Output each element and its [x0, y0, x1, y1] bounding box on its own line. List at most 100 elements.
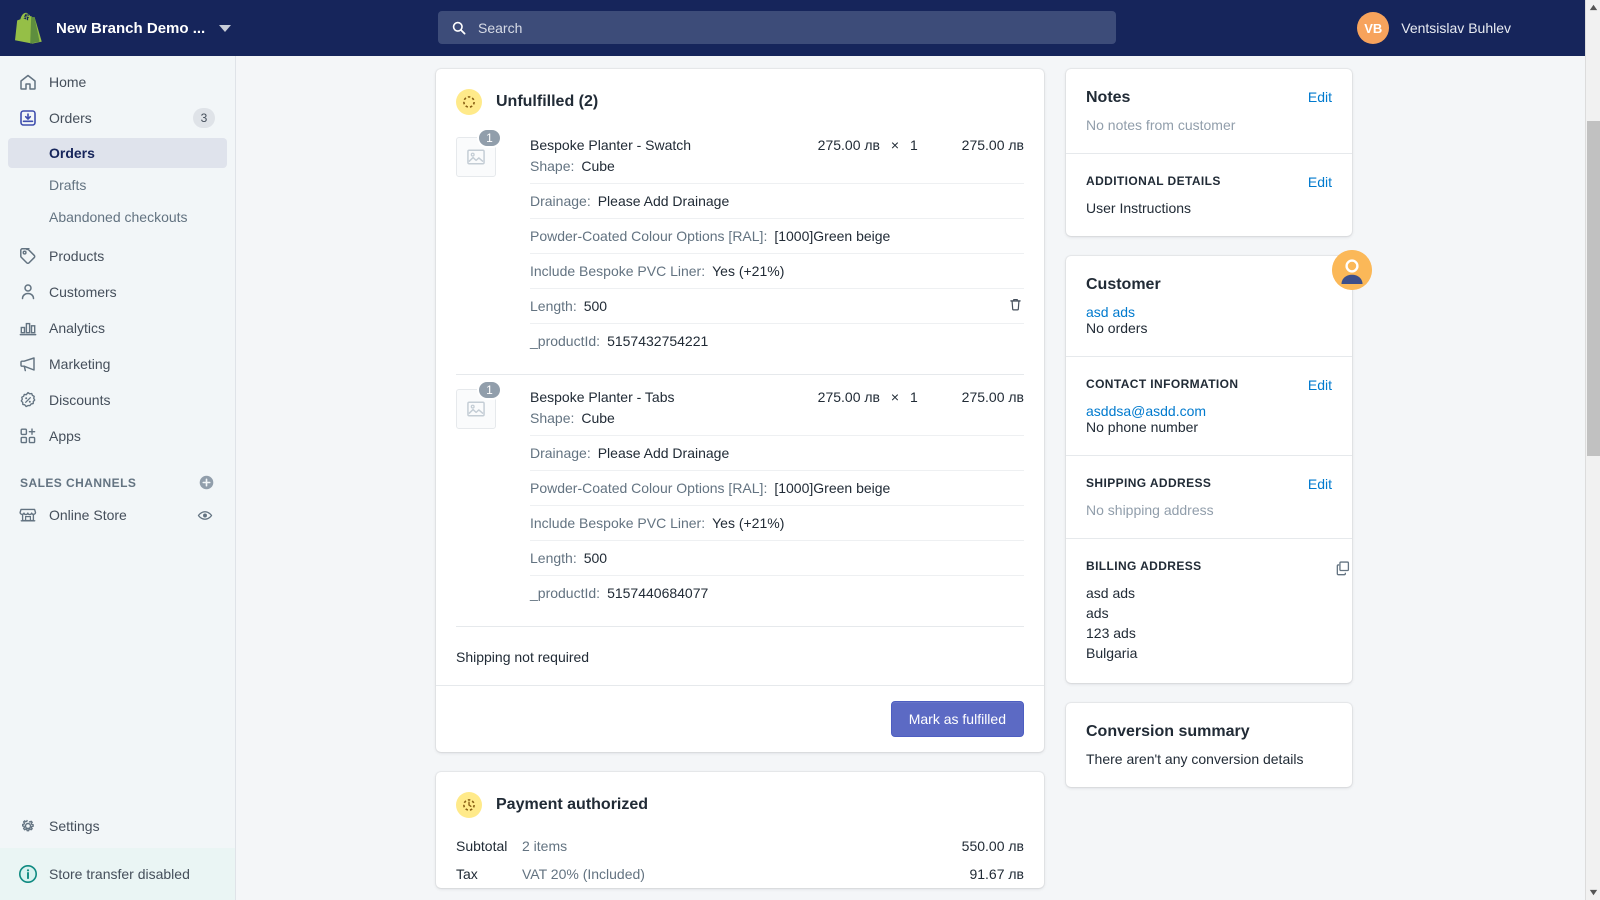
payment-status-header: Payment authorized [436, 772, 1044, 826]
sidebar-item-label: Discounts [49, 392, 111, 408]
property-key: Shape: [530, 410, 575, 426]
property-value: Cube [581, 410, 615, 426]
sidebar-item-online-store[interactable]: Online Store [8, 499, 227, 531]
payment-row-sub: VAT 20% (Included) [522, 866, 645, 882]
line-item-unit-price: 275.00 лв [817, 137, 880, 153]
sidebar-item-customers[interactable]: Customers [8, 276, 227, 308]
line-item-thumbnail: 1 [456, 128, 502, 358]
property-key: Length: [530, 298, 577, 314]
address-line: 123 ads [1086, 625, 1136, 641]
sidebar-item-analytics[interactable]: Analytics [8, 312, 227, 344]
scroll-up-arrow-icon[interactable] [1586, 0, 1600, 15]
line-item-thumbnail: 1 [456, 380, 502, 610]
additional-details-header: ADDITIONAL DETAILS Edit [1086, 174, 1332, 190]
property-key: Powder-Coated Colour Options [RAL]: [530, 228, 768, 244]
contact-information-section: CONTACT INFORMATION Edit asddsa@asdd.com… [1066, 356, 1352, 455]
property-key: Drainage: [530, 445, 591, 461]
sidebar-subitem-label: Abandoned checkouts [49, 209, 188, 225]
page-scrollbar[interactable] [1585, 0, 1600, 900]
line-item-property: Drainage: Please Add Drainage [530, 435, 1024, 470]
edit-contact-link[interactable]: Edit [1308, 377, 1332, 393]
sidebar-subitem-drafts[interactable]: Drafts [8, 170, 227, 200]
scroll-down-arrow-icon[interactable] [1586, 885, 1600, 900]
property-value: Please Add Drainage [597, 193, 730, 209]
line-item-property: _productId: 5157440684077 [530, 575, 1024, 610]
store-transfer-label: Store transfer disabled [49, 866, 190, 882]
sidebar-item-label: Online Store [49, 507, 127, 523]
property-key: _productId: [530, 585, 601, 601]
online-store-icon [19, 508, 37, 522]
chevron-down-icon[interactable] [219, 24, 232, 32]
store-transfer-banner[interactable]: Store transfer disabled [0, 848, 235, 900]
gear-icon [22, 819, 34, 832]
edit-shipping-address-link[interactable]: Edit [1308, 476, 1332, 492]
edit-notes-link[interactable]: Edit [1308, 89, 1332, 105]
notes-card: Notes Edit No notes from customer ADDITI… [1066, 69, 1352, 236]
sidebar-subitem-label: Orders [49, 145, 95, 161]
line-item-total: 275.00 лв [961, 389, 1024, 405]
orders-count-badge: 3 [193, 108, 215, 128]
shipping-address-title: SHIPPING ADDRESS [1086, 476, 1212, 490]
line-item: 1 Bespoke Planter - Tabs 275.00 лв × 1 2… [436, 375, 1044, 610]
line-item-title[interactable]: Bespoke Planter - Tabs [530, 389, 784, 405]
info-circle-icon [19, 865, 37, 883]
user-name: Ventsislav Buhlev [1401, 20, 1511, 36]
sidebar-nav: Home Orders 3 Orders Drafts Abandoned ch… [0, 56, 235, 535]
scrollbar-thumb[interactable] [1587, 121, 1600, 456]
line-item-times-symbol: × [890, 389, 900, 405]
sidebar-item-orders[interactable]: Orders 3 [8, 102, 227, 134]
order-main-column: Unfulfilled (2) 1 Bespoke Planter - Swat… [436, 69, 1044, 900]
customer-email-link[interactable]: asddsa@asdd.com [1086, 403, 1332, 419]
shipping-address-section: SHIPPING ADDRESS Edit No shipping addres… [1066, 455, 1352, 538]
search-bar[interactable]: Search [438, 11, 1116, 44]
line-item-quantity-badge: 1 [477, 380, 502, 400]
line-item-quantity: 1 [910, 389, 918, 405]
property-value: [1000]Green beige [774, 228, 891, 244]
sidebar-item-discounts[interactable]: Discounts [8, 384, 227, 416]
plus-circle-icon[interactable] [198, 474, 215, 491]
line-item-total: 275.00 лв [961, 137, 1024, 153]
sidebar-item-settings[interactable]: Settings [8, 808, 227, 844]
line-item-quantity: 1 [910, 137, 918, 153]
user-menu[interactable]: VB Ventsislav Buhlev [1349, 0, 1519, 56]
notes-header: Notes Edit [1086, 89, 1332, 107]
customer-section: Customer asd ads No orders [1066, 250, 1372, 356]
property-value: 5157432754221 [607, 333, 709, 349]
property-key: Powder-Coated Colour Options [RAL]: [530, 480, 768, 496]
conversion-summary-card: Conversion summary There aren't any conv… [1066, 703, 1352, 787]
line-item-property: Include Bespoke PVC Liner: Yes (+21%) [530, 505, 1024, 540]
sales-channels-title: SALES CHANNELS [20, 475, 137, 490]
shopify-admin-order-page: New Branch Demo ... Search VB Ventsislav… [0, 0, 1600, 900]
analytics-bars-icon [19, 322, 37, 336]
property-value: Cube [581, 158, 615, 174]
billing-address-header: BILLING ADDRESS [1086, 559, 1332, 573]
line-item-summary: Bespoke Planter - Swatch 275.00 лв × 1 2… [530, 137, 1024, 153]
sidebar-item-marketing[interactable]: Marketing [8, 348, 227, 380]
sidebar-item-home[interactable]: Home [8, 66, 227, 98]
customer-name-link[interactable]: asd ads [1086, 304, 1332, 320]
sidebar-item-label: Orders [49, 110, 92, 126]
main-content: Unfulfilled (2) 1 Bespoke Planter - Swat… [236, 56, 1585, 900]
additional-details-section: ADDITIONAL DETAILS Edit User Instruction… [1066, 153, 1352, 236]
sidebar-subitem-orders[interactable]: Orders [8, 138, 227, 168]
sidebar-item-products[interactable]: Products [8, 240, 227, 272]
line-item-property: Length: 500 [530, 288, 1024, 323]
edit-additional-details-link[interactable]: Edit [1308, 174, 1332, 190]
line-item-title[interactable]: Bespoke Planter - Swatch [530, 137, 784, 153]
line-item-property: Include Bespoke PVC Liner: Yes (+21%) [530, 253, 1024, 288]
mark-as-fulfilled-button[interactable]: Mark as fulfilled [890, 701, 1024, 737]
address-line: ads [1086, 605, 1109, 621]
line-item-property: Drainage: Please Add Drainage [530, 183, 1024, 218]
sidebar-item-apps[interactable]: Apps [8, 420, 227, 452]
store-switcher[interactable]: New Branch Demo ... [0, 12, 236, 44]
eye-icon[interactable] [195, 507, 215, 524]
sidebar-item-label: Home [49, 74, 87, 90]
shipping-note: Shipping not required [456, 649, 590, 665]
customer-avatar-icon [1332, 250, 1372, 290]
search-input[interactable]: Search [438, 11, 1116, 44]
copy-icon[interactable] [1334, 559, 1352, 580]
delete-property-icon[interactable] [1007, 296, 1024, 316]
customer-title: Customer [1086, 276, 1161, 293]
notes-empty-text: No notes from customer [1086, 117, 1236, 133]
sidebar-subitem-abandoned-checkouts[interactable]: Abandoned checkouts [8, 202, 227, 232]
